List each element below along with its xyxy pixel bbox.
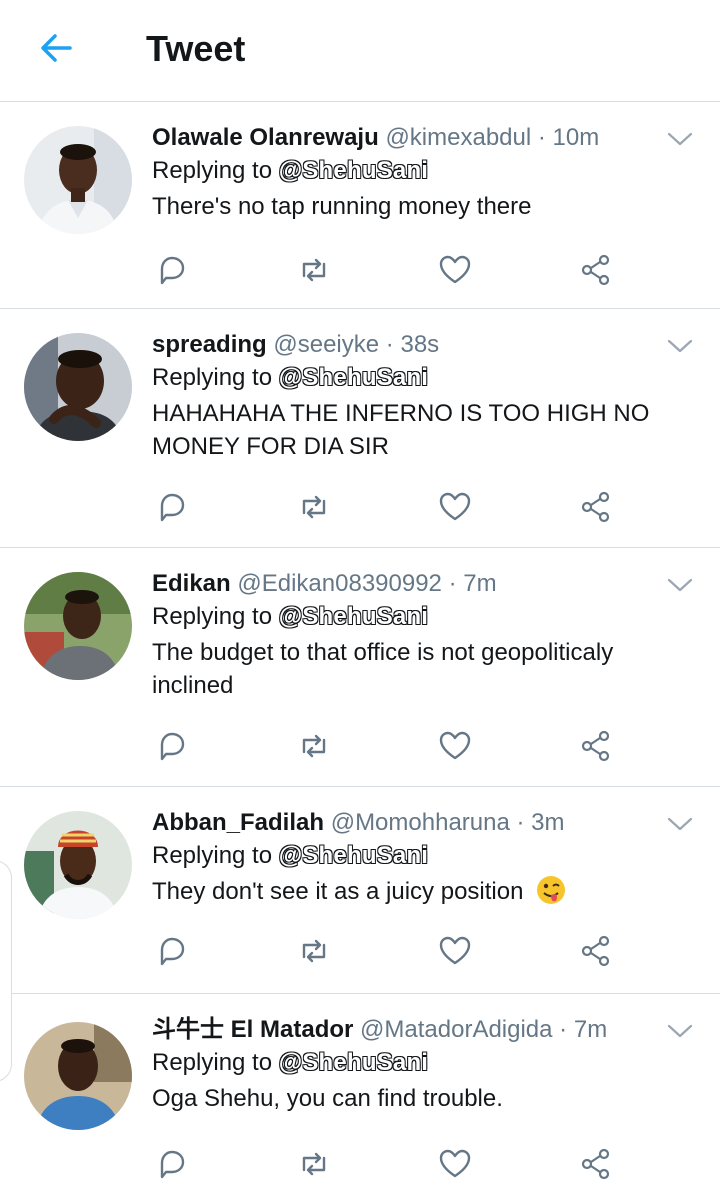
- back-arrow-icon[interactable]: [36, 28, 76, 68]
- tweet-actions: [154, 933, 614, 969]
- tweet-actions: [154, 728, 614, 764]
- user-handle[interactable]: @kimexabdul: [385, 124, 531, 151]
- timestamp[interactable]: 10m: [553, 124, 600, 151]
- tweet-item[interactable]: Edikan @Edikan08390992 · 7m Replying to …: [0, 548, 720, 787]
- heart-icon[interactable]: [437, 728, 473, 764]
- timestamp[interactable]: 7m: [463, 570, 496, 597]
- user-handle[interactable]: @seeiyke: [273, 331, 379, 358]
- replying-to: Replying to @ShehuSani: [152, 361, 680, 395]
- mention-link[interactable]: @ShehuSani: [278, 603, 428, 631]
- mention-link[interactable]: @ShehuSani: [278, 157, 428, 185]
- tweet-actions: [154, 1146, 614, 1182]
- reply-icon[interactable]: [154, 489, 190, 525]
- tweet-text: The budget to that office is not geopoli…: [152, 639, 614, 699]
- replying-to: Replying to @ShehuSani: [152, 600, 680, 634]
- chevron-down-icon[interactable]: [666, 1022, 694, 1040]
- tweet-item[interactable]: Abban_Fadilah @Momohharuna · 3m Replying…: [0, 787, 720, 994]
- tweet-text: They don't see it as a juicy position: [152, 875, 680, 908]
- chevron-down-icon[interactable]: [666, 337, 694, 355]
- timestamp[interactable]: 3m: [531, 809, 564, 836]
- avatar[interactable]: [24, 126, 132, 234]
- tweet-meta: Olawale Olanrewaju @kimexabdul · 10m: [152, 124, 600, 151]
- tweet-meta: Abban_Fadilah @Momohharuna · 3m: [152, 809, 565, 836]
- share-icon[interactable]: [578, 933, 614, 969]
- user-name[interactable]: spreading: [152, 331, 267, 358]
- reply-icon[interactable]: [154, 1146, 190, 1182]
- tweet-meta: spreading @seeiyke · 38s: [152, 331, 440, 358]
- heart-icon[interactable]: [437, 1146, 473, 1182]
- avatar[interactable]: [24, 1022, 132, 1130]
- heart-icon[interactable]: [437, 252, 473, 288]
- chevron-down-icon[interactable]: [666, 576, 694, 594]
- page-title: Tweet: [146, 28, 246, 69]
- chevron-down-icon[interactable]: [666, 815, 694, 833]
- tweet-text-content: They don't see it as a juicy position: [152, 878, 524, 905]
- avatar[interactable]: [24, 811, 132, 919]
- reply-icon[interactable]: [154, 728, 190, 764]
- avatar[interactable]: [24, 572, 132, 680]
- replying-to: Replying to @ShehuSani: [152, 154, 680, 188]
- replying-label: Replying to: [152, 603, 273, 630]
- tweet-text: There's no tap running money there: [152, 193, 532, 220]
- mention-link[interactable]: @ShehuSani: [278, 364, 428, 392]
- timestamp[interactable]: 38s: [400, 331, 439, 358]
- user-name[interactable]: 斗牛士 El Matador: [152, 1016, 353, 1043]
- heart-icon[interactable]: [437, 489, 473, 525]
- chevron-down-icon[interactable]: [666, 130, 694, 148]
- side-panel-handle[interactable]: [0, 860, 12, 1082]
- replying-to: Replying to @ShehuSani: [152, 1046, 680, 1080]
- retweet-icon[interactable]: [296, 933, 332, 969]
- avatar[interactable]: [24, 333, 132, 441]
- user-name[interactable]: Olawale Olanrewaju: [152, 124, 379, 151]
- top-bar: Tweet: [0, 0, 720, 102]
- user-name[interactable]: Abban_Fadilah: [152, 809, 324, 836]
- retweet-icon[interactable]: [296, 728, 332, 764]
- heart-icon[interactable]: [437, 933, 473, 969]
- retweet-icon[interactable]: [296, 252, 332, 288]
- reply-icon[interactable]: [154, 933, 190, 969]
- tweet-meta: Edikan @Edikan08390992 · 7m: [152, 570, 497, 597]
- reply-icon[interactable]: [154, 252, 190, 288]
- replying-label: Replying to: [152, 1049, 273, 1076]
- share-icon[interactable]: [578, 728, 614, 764]
- tweet-actions: [154, 252, 614, 288]
- replying-label: Replying to: [152, 364, 273, 391]
- share-icon[interactable]: [578, 1146, 614, 1182]
- mention-link[interactable]: @ShehuSani: [278, 842, 428, 870]
- replying-to: Replying to @ShehuSani: [152, 839, 680, 873]
- replying-label: Replying to: [152, 157, 273, 184]
- tweet-item[interactable]: Olawale Olanrewaju @kimexabdul · 10m Rep…: [0, 102, 720, 309]
- user-handle[interactable]: @Edikan08390992: [237, 570, 442, 597]
- user-handle[interactable]: @MatadorAdigida: [360, 1016, 552, 1043]
- retweet-icon[interactable]: [296, 489, 332, 525]
- tweet-item[interactable]: spreading @seeiyke · 38s Replying to @Sh…: [0, 309, 720, 548]
- retweet-icon[interactable]: [296, 1146, 332, 1182]
- mention-link[interactable]: @ShehuSani: [278, 1049, 428, 1077]
- replying-label: Replying to: [152, 842, 273, 869]
- tweet-text: Oga Shehu, you can find trouble.: [152, 1085, 503, 1112]
- share-icon[interactable]: [578, 489, 614, 525]
- timestamp[interactable]: 7m: [574, 1016, 607, 1043]
- winking-face-with-tongue-icon: [536, 875, 566, 905]
- tweet-item[interactable]: 斗牛士 El Matador @MatadorAdigida · 7m Repl…: [0, 994, 720, 1204]
- user-name[interactable]: Edikan: [152, 570, 231, 597]
- share-icon[interactable]: [578, 252, 614, 288]
- tweet-text: HAHAHAHA THE INFERNO IS TOO HIGH NO MONE…: [152, 400, 650, 460]
- tweet-meta: 斗牛士 El Matador @MatadorAdigida · 7m: [152, 1016, 608, 1043]
- user-handle[interactable]: @Momohharuna: [331, 809, 510, 836]
- tweet-actions: [154, 489, 614, 525]
